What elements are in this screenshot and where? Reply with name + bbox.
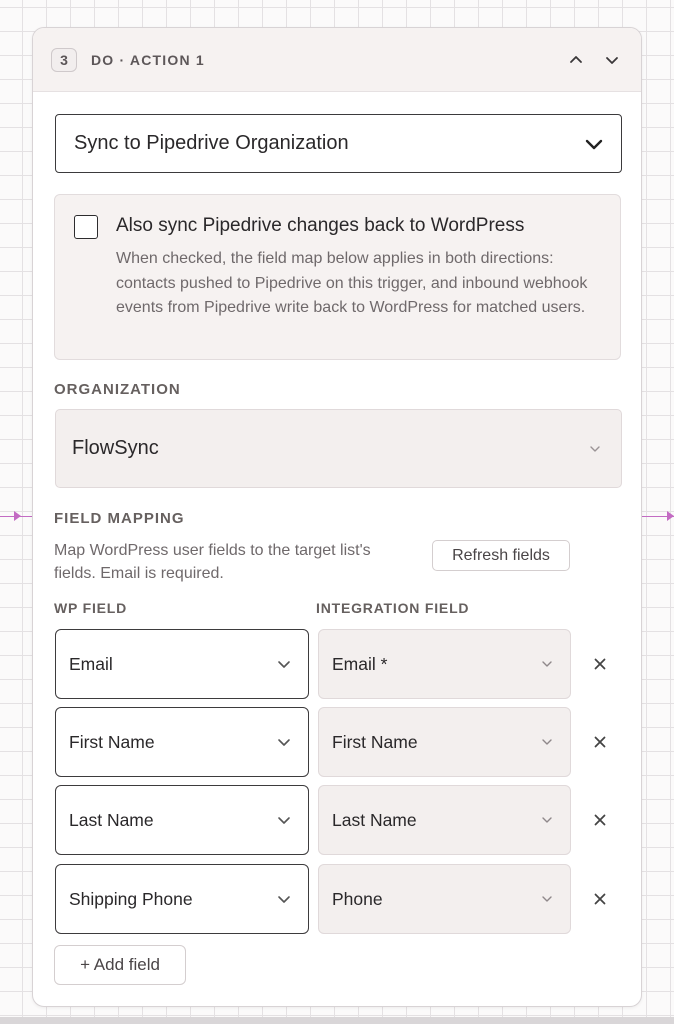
close-icon [594,814,606,826]
action-type-select[interactable]: Sync to Pipedrive Organization [55,114,622,173]
chevron-down-icon [278,816,290,824]
field-mapping-row: Last Name Last Name [33,785,641,855]
close-icon [594,893,606,905]
refresh-fields-button[interactable]: Refresh fields [432,540,570,571]
chevron-down-icon [542,817,552,823]
integration-field-column-header: INTEGRATION FIELD [316,600,470,616]
remove-mapping-button[interactable] [589,888,611,910]
collapse-button[interactable] [565,49,587,71]
bottom-scrollbar [0,1017,674,1024]
integration-field-select[interactable]: First Name [318,707,571,777]
chevron-down-icon [590,445,600,452]
integration-field-select[interactable]: Email * [318,629,571,699]
wp-field-value: First Name [69,731,155,752]
wp-field-value: Shipping Phone [69,888,193,909]
action-card-header: 3 DO · ACTION 1 [33,28,641,92]
wp-field-select[interactable]: Shipping Phone [55,864,309,934]
field-mapping-row: First Name First Name [33,707,641,777]
close-icon [594,736,606,748]
wp-field-select[interactable]: First Name [55,707,309,777]
expand-button[interactable] [601,49,623,71]
chevron-down-icon [542,661,552,667]
integration-field-value: Last Name [332,809,417,830]
wp-field-column-header: WP FIELD [54,600,128,616]
integration-field-value: Phone [332,888,383,909]
integration-field-value: First Name [332,731,418,752]
chevron-down-icon [278,895,290,903]
wp-field-select[interactable]: Email [55,629,309,699]
remove-mapping-button[interactable] [589,731,611,753]
chevron-down-icon [585,139,603,149]
field-mapping-description: Map WordPress user fields to the target … [54,542,371,582]
sync-back-panel: Also sync Pipedrive changes back to Word… [54,194,621,360]
chevron-down-icon [542,739,552,745]
step-number-badge: 3 [51,47,77,72]
chevron-down-icon [542,896,552,902]
integration-field-select[interactable]: Last Name [318,785,571,855]
add-field-button[interactable]: + Add field [54,945,186,985]
chevron-up-icon [570,55,582,63]
sync-back-description: When checked, the field map below applie… [116,250,588,316]
field-mapping-label: FIELD MAPPING [54,510,185,527]
close-icon [594,658,606,670]
chevron-down-icon [278,738,290,746]
action-card: 3 DO · ACTION 1 Sync to Pipedrive Organi… [32,27,642,1007]
wp-field-value: Email [69,653,113,674]
integration-field-value: Email * [332,653,388,674]
organization-select[interactable]: FlowSync [55,409,622,488]
connector-arrow-left-icon [14,511,21,521]
organization-value: FlowSync [72,437,159,459]
sync-back-checkbox[interactable] [74,215,98,239]
step-title: DO · ACTION 1 [91,51,205,68]
sync-back-label: Also sync Pipedrive changes back to Word… [116,215,525,236]
wp-field-select[interactable]: Last Name [55,785,309,855]
action-type-value: Sync to Pipedrive Organization [74,132,349,154]
chevron-down-icon [278,660,290,668]
connector-arrow-right-icon [667,511,674,521]
field-mapping-row: Shipping Phone Phone [33,864,641,934]
chevron-down-icon [606,56,618,64]
remove-mapping-button[interactable] [589,653,611,675]
wp-field-value: Last Name [69,809,154,830]
organization-label: ORGANIZATION [54,381,181,398]
integration-field-select[interactable]: Phone [318,864,571,934]
remove-mapping-button[interactable] [589,809,611,831]
field-mapping-row: Email Email * [33,629,641,699]
